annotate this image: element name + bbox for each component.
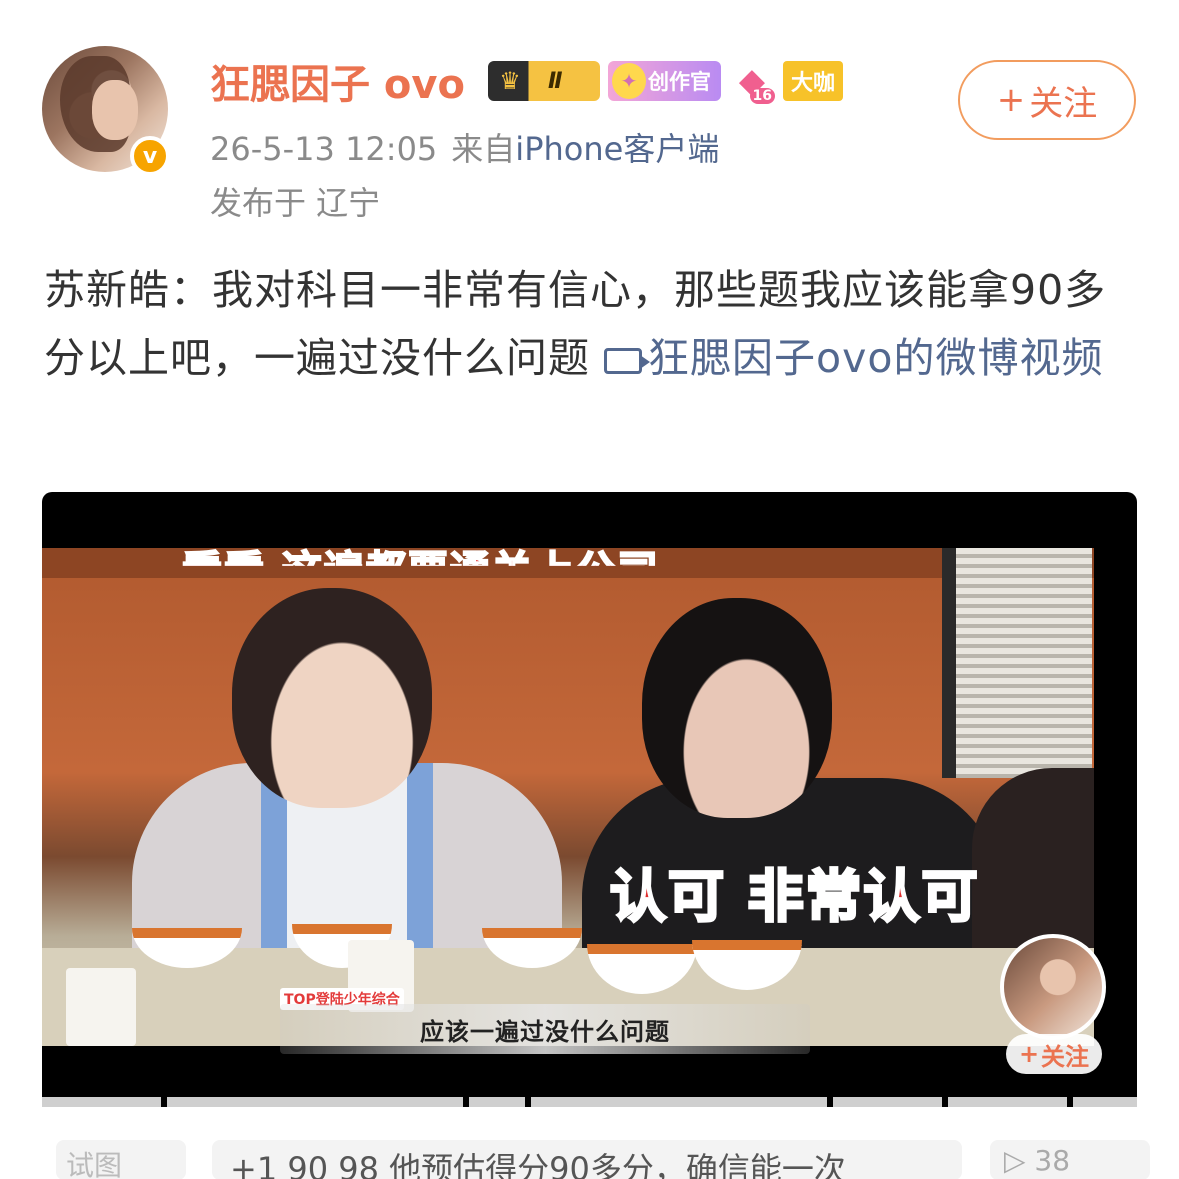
post-meta: 26-5-13 12:05 来自iPhone客户端: [210, 124, 719, 170]
video-player[interactable]: 看看 这遍都要通关上公司 认可 非常认可 TOP登陆少年综合 应该一遍过没什么问…: [42, 492, 1137, 1107]
video-follow-button[interactable]: + 关注: [1006, 1034, 1102, 1074]
follow-button-label: 关注: [1029, 83, 1098, 124]
video-link[interactable]: 狂腮因子ovo的微博视频: [604, 334, 1103, 382]
plus-icon: +: [996, 80, 1026, 120]
bottom-right-card[interactable]: ▷ 38: [990, 1140, 1150, 1179]
video-camera-icon: [604, 348, 651, 374]
verified-badge-icon: v: [130, 136, 170, 176]
daka-badge[interactable]: 大咖: [783, 61, 844, 101]
video-frame: [42, 548, 1094, 1046]
bottom-left-card[interactable]: 试图: [56, 1140, 186, 1179]
crown-icon: ♛: [499, 67, 521, 95]
creator-mascot-icon: ✦: [612, 63, 646, 99]
creator-badge-label: 创作官: [648, 70, 711, 94]
video-subtitle-bar: 应该一遍过没什么问题: [280, 1004, 810, 1054]
video-progress-segments: [42, 1097, 1137, 1107]
video-link-label: 狂腮因子ovo的微博视频: [648, 334, 1104, 382]
crown-level-label: Ⅱ: [548, 68, 563, 94]
video-overlay-caption: 认可 非常认可: [609, 864, 980, 932]
post-timestamp: 26-5-13 12:05: [210, 130, 438, 168]
plus-icon: +: [1018, 1040, 1040, 1068]
author-name[interactable]: 狂腮因子 ovo: [210, 52, 465, 110]
video-subtitle: 应该一遍过没什么问题: [420, 1017, 670, 1046]
creator-badge[interactable]: ✦ 创作官: [608, 61, 721, 101]
crown-level-badge[interactable]: ♛ Ⅱ: [488, 61, 600, 101]
video-follow-label: 关注: [1041, 1042, 1090, 1071]
post-source-client[interactable]: iPhone客户端: [515, 130, 719, 168]
diamond-level-badge[interactable]: ◆ 16: [729, 58, 775, 104]
post-text: 苏新皓：我对科目一非常有信心，那些题我应该能拿90多分以上吧，一遍过没什么问题 …: [44, 256, 1144, 392]
author-badges: ♛ Ⅱ ✦ 创作官 ◆ 16 大咖: [488, 58, 844, 104]
comment-preview[interactable]: +1 90 98 他预估得分90多分，确信能一次: [212, 1140, 962, 1179]
video-author-avatar[interactable]: [1000, 934, 1106, 1040]
follow-button[interactable]: + 关注: [958, 60, 1136, 140]
post-location: 发布于 辽宁: [210, 184, 381, 222]
diamond-level-label: 16: [749, 88, 775, 104]
post-source-prefix: 来自: [451, 130, 516, 168]
